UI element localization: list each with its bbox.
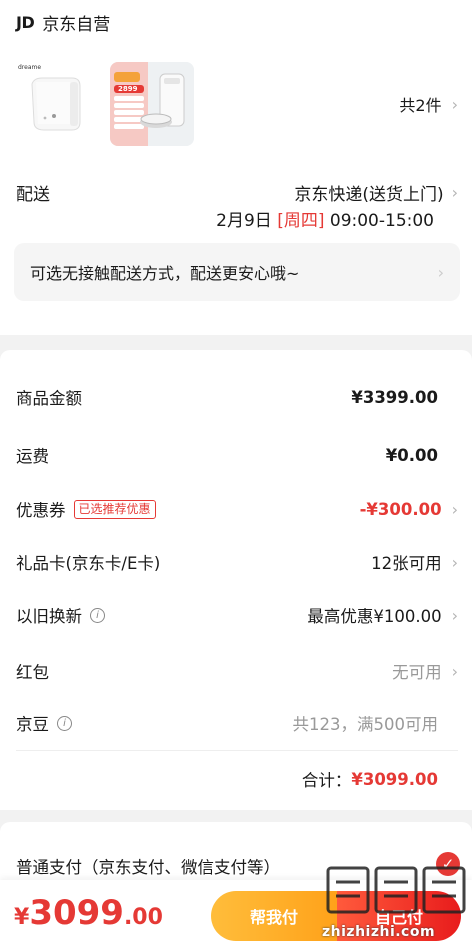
goods-amount-row: 商品金额 ¥3399.00 [16, 385, 458, 409]
watermark-text: zhizhizhi.com [322, 924, 436, 940]
chevron-right-icon: › [451, 661, 458, 681]
red-packet-label: 红包 [16, 663, 49, 682]
jingdou-value: 共123，满500可用 [292, 715, 439, 734]
chevron-right-icon: › [451, 605, 458, 625]
coupon-value: -¥300.00 [359, 499, 442, 519]
chevron-right-icon: › [451, 94, 458, 114]
freight-value: ¥0.00 [385, 445, 438, 465]
red-packet-row[interactable]: 红包 无可用 › [16, 659, 458, 683]
delivery-weekday: [周四] [277, 211, 325, 231]
delivery-window: 09:00-15:00 [329, 211, 434, 231]
chevron-right-icon: › [451, 183, 458, 202]
shipping-label: 配送 [16, 185, 50, 205]
base-station-image [31, 77, 81, 131]
goods-amount-value: ¥3399.00 [351, 387, 438, 407]
coupon-label: 优惠券 [16, 501, 66, 520]
checkmark-icon[interactable]: ✓ [436, 852, 460, 876]
gift-card-value: 12张可用 [371, 554, 442, 573]
payment-method-label: 普通支付（京东支付、微信支付等） [16, 858, 280, 877]
info-icon[interactable]: i [57, 715, 72, 731]
product-brand-logo: dreame [18, 64, 42, 71]
jingdou-row: 京豆 i 共123，满500可用 [16, 711, 458, 735]
store-name: 京东自营 [42, 14, 111, 35]
robot-vacuum-image [110, 62, 194, 146]
freight-row: 运费 ¥0.00 [16, 443, 458, 467]
coupon-tag: 已选推荐优惠 [73, 499, 156, 519]
coupon-row[interactable]: 优惠券 已选推荐优惠 -¥300.00 › [16, 497, 458, 521]
chevron-right-icon: › [451, 552, 458, 572]
chevron-right-icon: › [451, 499, 458, 519]
item-count: 共2件 [399, 96, 442, 115]
gift-card-label: 礼品卡(京东卡/E卡) [16, 554, 161, 573]
jd-logo: JD [16, 12, 35, 32]
red-packet-value: 无可用 [392, 663, 442, 682]
payable-integer: 3099 [29, 893, 124, 933]
contactless-delivery-tip[interactable]: 可选无接触配送方式，配送更安心哦~ › [14, 243, 460, 301]
trade-in-label: 以旧换新 [16, 607, 82, 626]
freight-label: 运费 [16, 447, 49, 466]
product-thumbnail-1[interactable]: dreame [14, 62, 98, 146]
delivery-time[interactable]: 2月9日 [周四] 09:00-15:00 [216, 206, 434, 231]
total-row: 合计： ¥3099.00 [16, 767, 458, 791]
store-header: JD 京东自营 [16, 8, 110, 36]
delivery-date: 2月9日 [216, 211, 272, 231]
item-count-link[interactable]: 共2件 › [399, 92, 458, 116]
price-summary-card [0, 350, 472, 810]
divider [16, 750, 458, 751]
tip-text: 可选无接触配送方式，配送更安心哦~ [30, 264, 300, 283]
shipping-method-selector[interactable]: 京东快递(送货上门) › [294, 180, 458, 205]
product-price-tag: 2899 [118, 85, 138, 93]
goods-amount-label: 商品金额 [16, 389, 82, 408]
chevron-right-icon: › [437, 262, 444, 282]
total-label: 合计： [301, 771, 352, 790]
payable-currency: ¥ [14, 905, 30, 930]
total-value: ¥3099.00 [351, 769, 438, 789]
trade-in-row[interactable]: 以旧换新 i 最高优惠¥100.00 › [16, 603, 458, 627]
trade-in-value: 最高优惠¥100.00 [307, 607, 442, 626]
info-icon[interactable]: i [90, 607, 105, 623]
payable-decimal: .00 [123, 905, 163, 930]
help-pay-button[interactable]: 帮我付 [211, 891, 337, 941]
payable-amount: ¥ 3099 .00 [14, 893, 163, 933]
product-thumbnail-2[interactable]: 2899 [110, 62, 194, 146]
gift-card-row[interactable]: 礼品卡(京东卡/E卡) 12张可用 › [16, 550, 458, 574]
jingdou-label: 京豆 [16, 715, 49, 734]
shipping-method: 京东快递(送货上门) [294, 185, 444, 205]
